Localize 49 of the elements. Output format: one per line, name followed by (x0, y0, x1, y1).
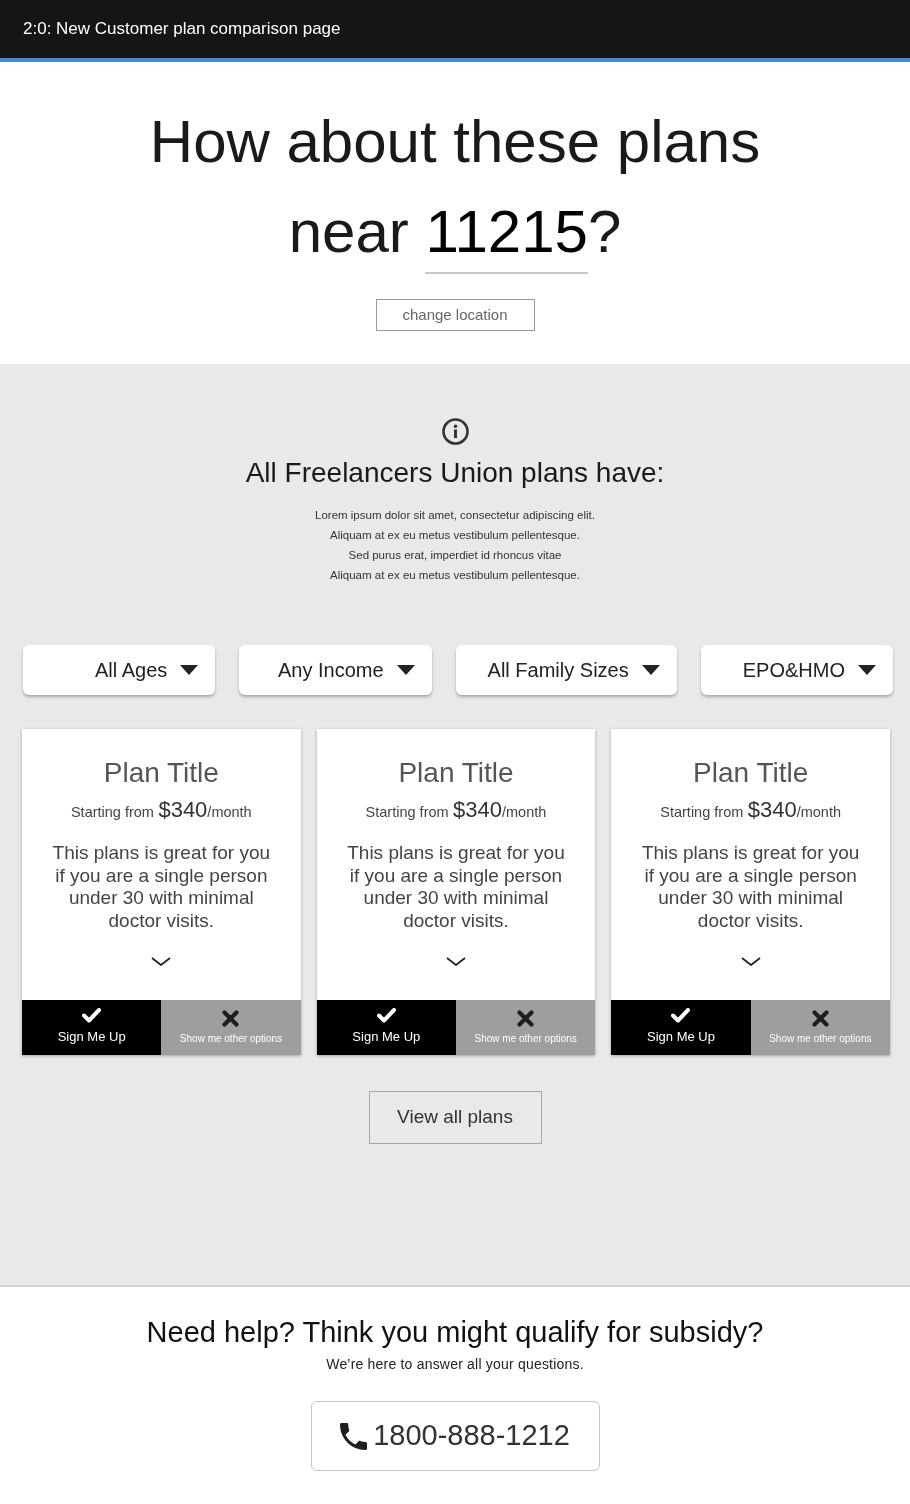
feature-text: Sed purus erat, imperdiet id rhoncus vitae (347, 548, 563, 563)
check-icon (671, 1008, 691, 1024)
info-icon (441, 418, 469, 445)
caret-icon (641, 665, 660, 675)
plan-title: Plan Title (102, 756, 220, 790)
caret-icon (858, 665, 876, 675)
chevron-down-icon[interactable] (740, 957, 761, 966)
sign-up-button[interactable]: Sign Me Up (316, 1000, 456, 1055)
caret-icon (180, 665, 199, 675)
price-period: /month (502, 804, 547, 820)
help-subtitle: We’re here to answer all your questions. (325, 1355, 585, 1374)
phone-icon (340, 1422, 368, 1450)
price-amount: $340 (158, 797, 208, 822)
plan-description: This plans is great for you if you are a single person under 30 with minimal doctor visits. (346, 842, 566, 932)
filter-dropdown[interactable]: Any Income (239, 645, 432, 695)
filter-dropdown[interactable]: EPO&HMO (700, 645, 893, 695)
price-amount: $340 (747, 797, 797, 822)
page-title: 2:0: New Customer plan comparison page (23, 18, 341, 41)
price-amount: $340 (453, 797, 502, 822)
filter-dropdown[interactable]: All Family Sizes (455, 645, 677, 695)
price-label: Starting from (70, 804, 154, 820)
feature-text: Lorem ipsum dolor sit amet, consectetur adipiscing elit. (314, 508, 596, 523)
check-icon (376, 1008, 396, 1024)
plan-description: This plans is great for you if you are a single person under 30 with minimal doctor visits. (51, 842, 272, 932)
phone-button[interactable]: 1800-888-1212 (310, 1401, 600, 1471)
price-period: /month (207, 804, 252, 820)
page-heading: How about these plans near 11215? (105, 97, 805, 277)
feature-text: Aliquam at ex eu metus vestibulum pellentesque. (329, 568, 581, 583)
plan-title: Plan Title (692, 756, 810, 790)
section-heading: All Freelancers Union plans have: (244, 456, 666, 490)
chevron-down-icon[interactable] (446, 957, 466, 966)
sign-up-button[interactable]: Sign Me Up (611, 1000, 751, 1055)
caret-icon (396, 665, 415, 675)
help-heading: Need help? Think you might qualify for subsidy? (145, 1315, 765, 1349)
filter-dropdown[interactable]: All Ages (23, 645, 216, 695)
sign-up-button[interactable]: Sign Me Up (22, 1000, 162, 1055)
cross-icon (811, 1009, 829, 1027)
cross-icon (222, 1009, 240, 1027)
plan-description: This plans is great for you if you are a single person under 30 with minimal doctor visits. (640, 842, 861, 932)
plan-title: Plan Title (397, 756, 515, 790)
check-icon (82, 1008, 102, 1024)
price-label: Starting from (365, 804, 449, 820)
chevron-down-icon[interactable] (151, 957, 172, 966)
price-label: Starting from (660, 804, 744, 820)
change-location-button[interactable]: change location (375, 299, 535, 331)
view-all-plans-button[interactable]: View all plans (368, 1091, 542, 1144)
feature-text: Aliquam at ex eu metus vestibulum pellentesque. (329, 528, 581, 543)
price-period: /month (796, 804, 842, 820)
cross-icon (517, 1009, 535, 1027)
